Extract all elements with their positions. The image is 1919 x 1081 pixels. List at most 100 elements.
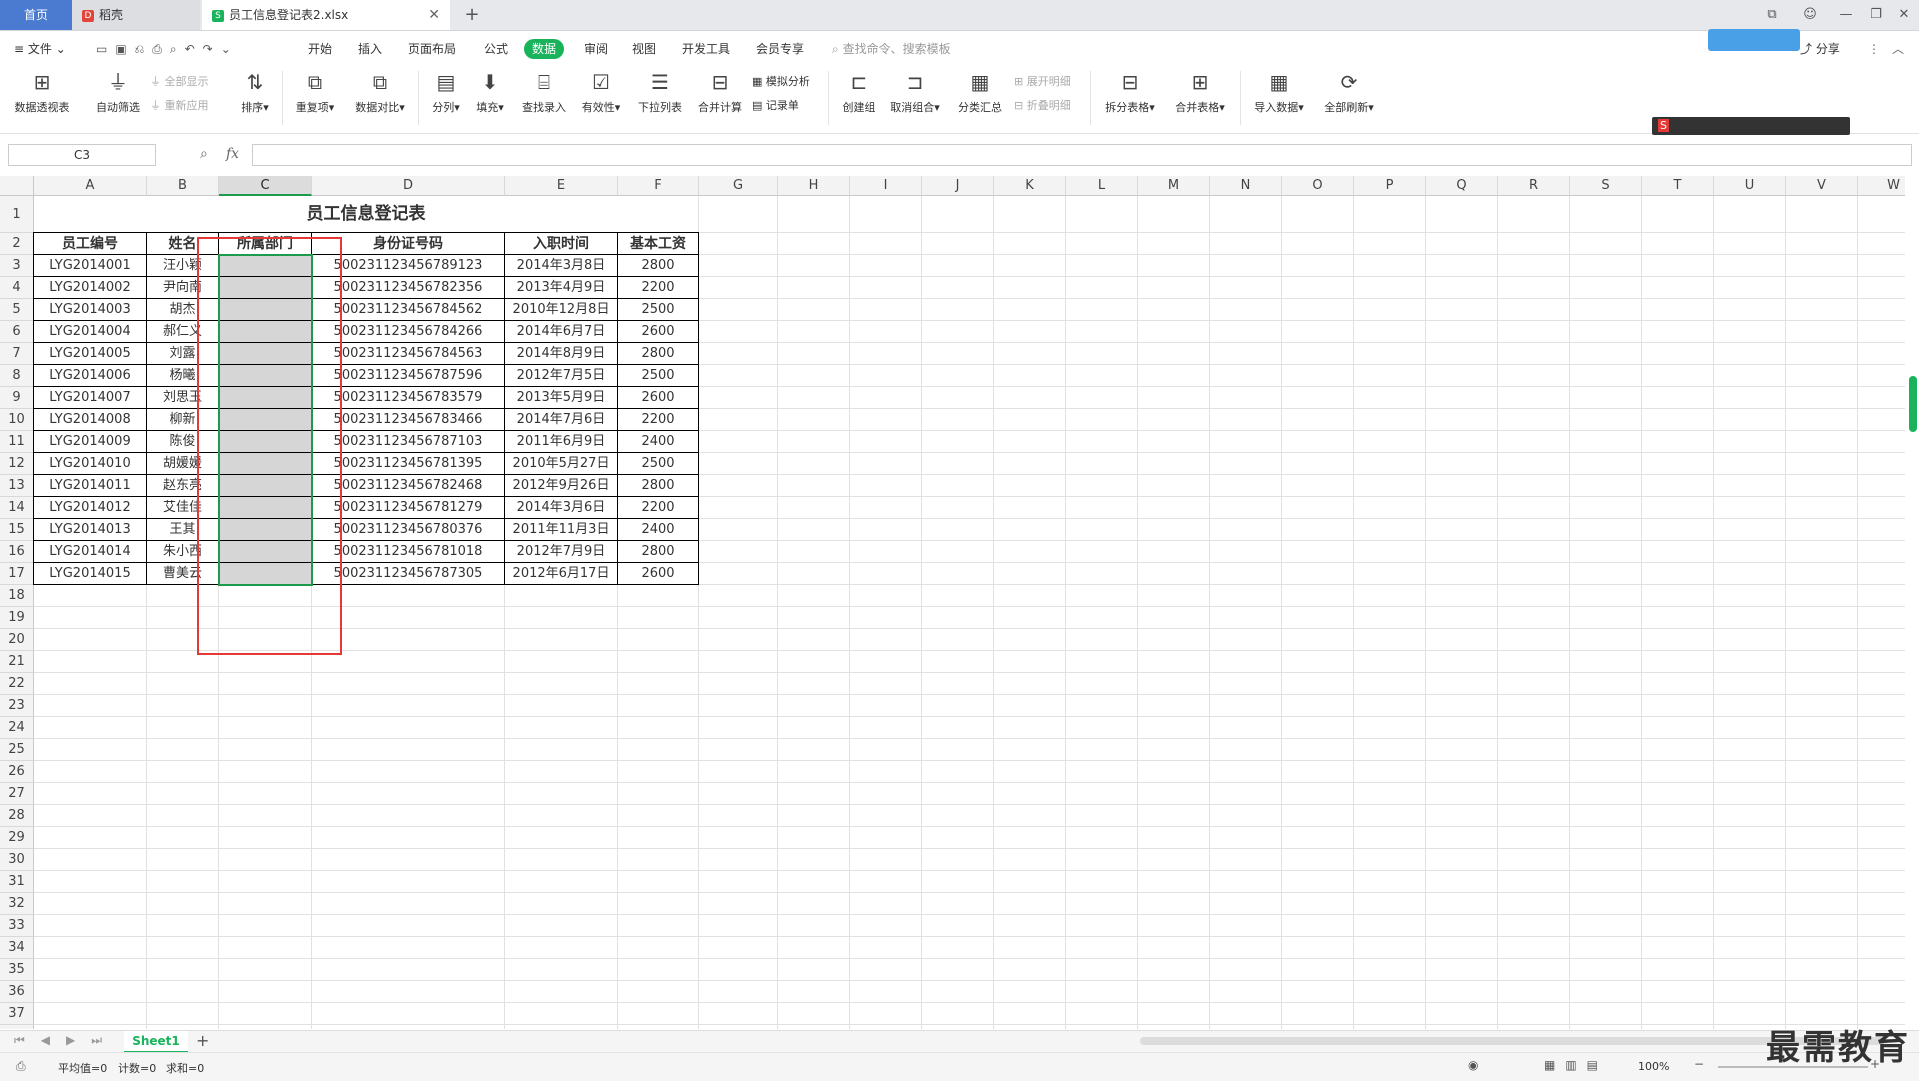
cell[interactable] xyxy=(147,959,219,981)
cell[interactable] xyxy=(1858,519,1905,541)
cell[interactable] xyxy=(850,893,922,915)
cell[interactable] xyxy=(850,299,922,321)
table-cell[interactable] xyxy=(219,299,312,321)
cell[interactable] xyxy=(699,761,778,783)
cell[interactable] xyxy=(1714,805,1786,827)
column-header-t[interactable]: T xyxy=(1642,176,1714,196)
table-cell[interactable]: 尹向南 xyxy=(147,277,219,299)
cell[interactable] xyxy=(1138,541,1210,563)
cell[interactable] xyxy=(778,651,850,673)
cell[interactable] xyxy=(994,717,1066,739)
cell[interactable] xyxy=(1354,1025,1426,1029)
cell[interactable] xyxy=(1642,1025,1714,1029)
cell[interactable] xyxy=(778,277,850,299)
tab-docer[interactable]: D 稻壳 xyxy=(72,0,200,30)
table-cell[interactable]: 500231123456781395 xyxy=(312,453,505,475)
cell[interactable] xyxy=(922,475,994,497)
cell[interactable] xyxy=(994,761,1066,783)
cell[interactable] xyxy=(1858,981,1905,1003)
cell[interactable] xyxy=(1282,255,1354,277)
cell[interactable] xyxy=(699,871,778,893)
table-cell[interactable]: 500231123456781279 xyxy=(312,497,505,519)
table-cell[interactable]: 2400 xyxy=(618,431,699,453)
restore-button[interactable]: ❐ xyxy=(1862,4,1890,26)
cell[interactable] xyxy=(219,827,312,849)
cell[interactable] xyxy=(1642,695,1714,717)
cell[interactable] xyxy=(1066,937,1138,959)
cell[interactable] xyxy=(1282,497,1354,519)
table-cell[interactable]: 2500 xyxy=(618,453,699,475)
cell[interactable] xyxy=(1210,915,1282,937)
cell[interactable] xyxy=(1642,607,1714,629)
cell[interactable] xyxy=(778,519,850,541)
cell[interactable] xyxy=(1642,453,1714,475)
table-cell[interactable]: LYG2014004 xyxy=(34,321,147,343)
column-header-p[interactable]: P xyxy=(1354,176,1426,196)
cell[interactable] xyxy=(994,475,1066,497)
zoom-level[interactable]: 100% xyxy=(1638,1060,1669,1073)
cell[interactable] xyxy=(699,541,778,563)
cell[interactable] xyxy=(618,849,699,871)
cell[interactable] xyxy=(1858,563,1905,585)
cell[interactable] xyxy=(1498,431,1570,453)
row-header[interactable]: 31 xyxy=(0,871,34,893)
cell[interactable] xyxy=(1210,1003,1282,1025)
cell[interactable] xyxy=(1210,673,1282,695)
cell[interactable] xyxy=(1714,849,1786,871)
row-header[interactable]: 7 xyxy=(0,343,34,365)
cell[interactable] xyxy=(1426,959,1498,981)
cell[interactable] xyxy=(1138,959,1210,981)
cell[interactable] xyxy=(1642,717,1714,739)
cell[interactable] xyxy=(994,409,1066,431)
cell[interactable] xyxy=(850,1003,922,1025)
close-icon[interactable]: ✕ xyxy=(428,0,440,30)
cell[interactable] xyxy=(312,673,505,695)
cell[interactable] xyxy=(1426,805,1498,827)
row-header[interactable]: 5 xyxy=(0,299,34,321)
table-cell[interactable]: 陈俊 xyxy=(147,431,219,453)
cell[interactable] xyxy=(1570,1003,1642,1025)
cell[interactable] xyxy=(1786,431,1858,453)
cell[interactable] xyxy=(1066,805,1138,827)
cell[interactable] xyxy=(1210,431,1282,453)
cell[interactable] xyxy=(699,937,778,959)
cell[interactable] xyxy=(1354,959,1426,981)
cell[interactable] xyxy=(699,321,778,343)
cell[interactable] xyxy=(1858,365,1905,387)
cell[interactable] xyxy=(922,431,994,453)
cell[interactable] xyxy=(699,607,778,629)
row-header[interactable]: 8 xyxy=(0,365,34,387)
cell[interactable] xyxy=(34,937,147,959)
cell[interactable] xyxy=(850,541,922,563)
cell[interactable] xyxy=(219,717,312,739)
cell[interactable] xyxy=(1210,629,1282,651)
cell[interactable] xyxy=(1786,783,1858,805)
cell[interactable] xyxy=(505,959,618,981)
cell[interactable] xyxy=(1282,783,1354,805)
cell[interactable] xyxy=(618,893,699,915)
menu-view[interactable]: 视图 xyxy=(632,39,656,59)
cell[interactable] xyxy=(1714,893,1786,915)
quick-access-toolbar[interactable]: ▭▣⎌⎙⌕↶↷⌄ xyxy=(96,39,239,59)
cell[interactable] xyxy=(850,1025,922,1029)
table-cell[interactable]: LYG2014009 xyxy=(34,431,147,453)
column-header-w[interactable]: W xyxy=(1858,176,1905,196)
cell[interactable] xyxy=(1498,343,1570,365)
data-compare-button[interactable]: ⧉ 数据对比▾ xyxy=(350,69,410,115)
cell[interactable] xyxy=(312,959,505,981)
cell[interactable] xyxy=(618,739,699,761)
fill-button[interactable]: ⬇ 填充▾ xyxy=(470,69,510,115)
cell[interactable] xyxy=(1714,196,1786,233)
cell[interactable] xyxy=(1498,475,1570,497)
cell[interactable] xyxy=(1354,409,1426,431)
cell[interactable] xyxy=(1714,343,1786,365)
merge-table-button[interactable]: ⊞ 合并表格▾ xyxy=(1170,69,1230,115)
table-cell[interactable]: 500231123456783579 xyxy=(312,387,505,409)
cell[interactable] xyxy=(1354,431,1426,453)
row-header[interactable]: 38 xyxy=(0,1025,34,1029)
cell[interactable] xyxy=(147,717,219,739)
more-icon[interactable]: ⋮ xyxy=(1868,39,1880,59)
cell[interactable] xyxy=(505,871,618,893)
cell[interactable] xyxy=(1426,673,1498,695)
cell[interactable] xyxy=(850,409,922,431)
